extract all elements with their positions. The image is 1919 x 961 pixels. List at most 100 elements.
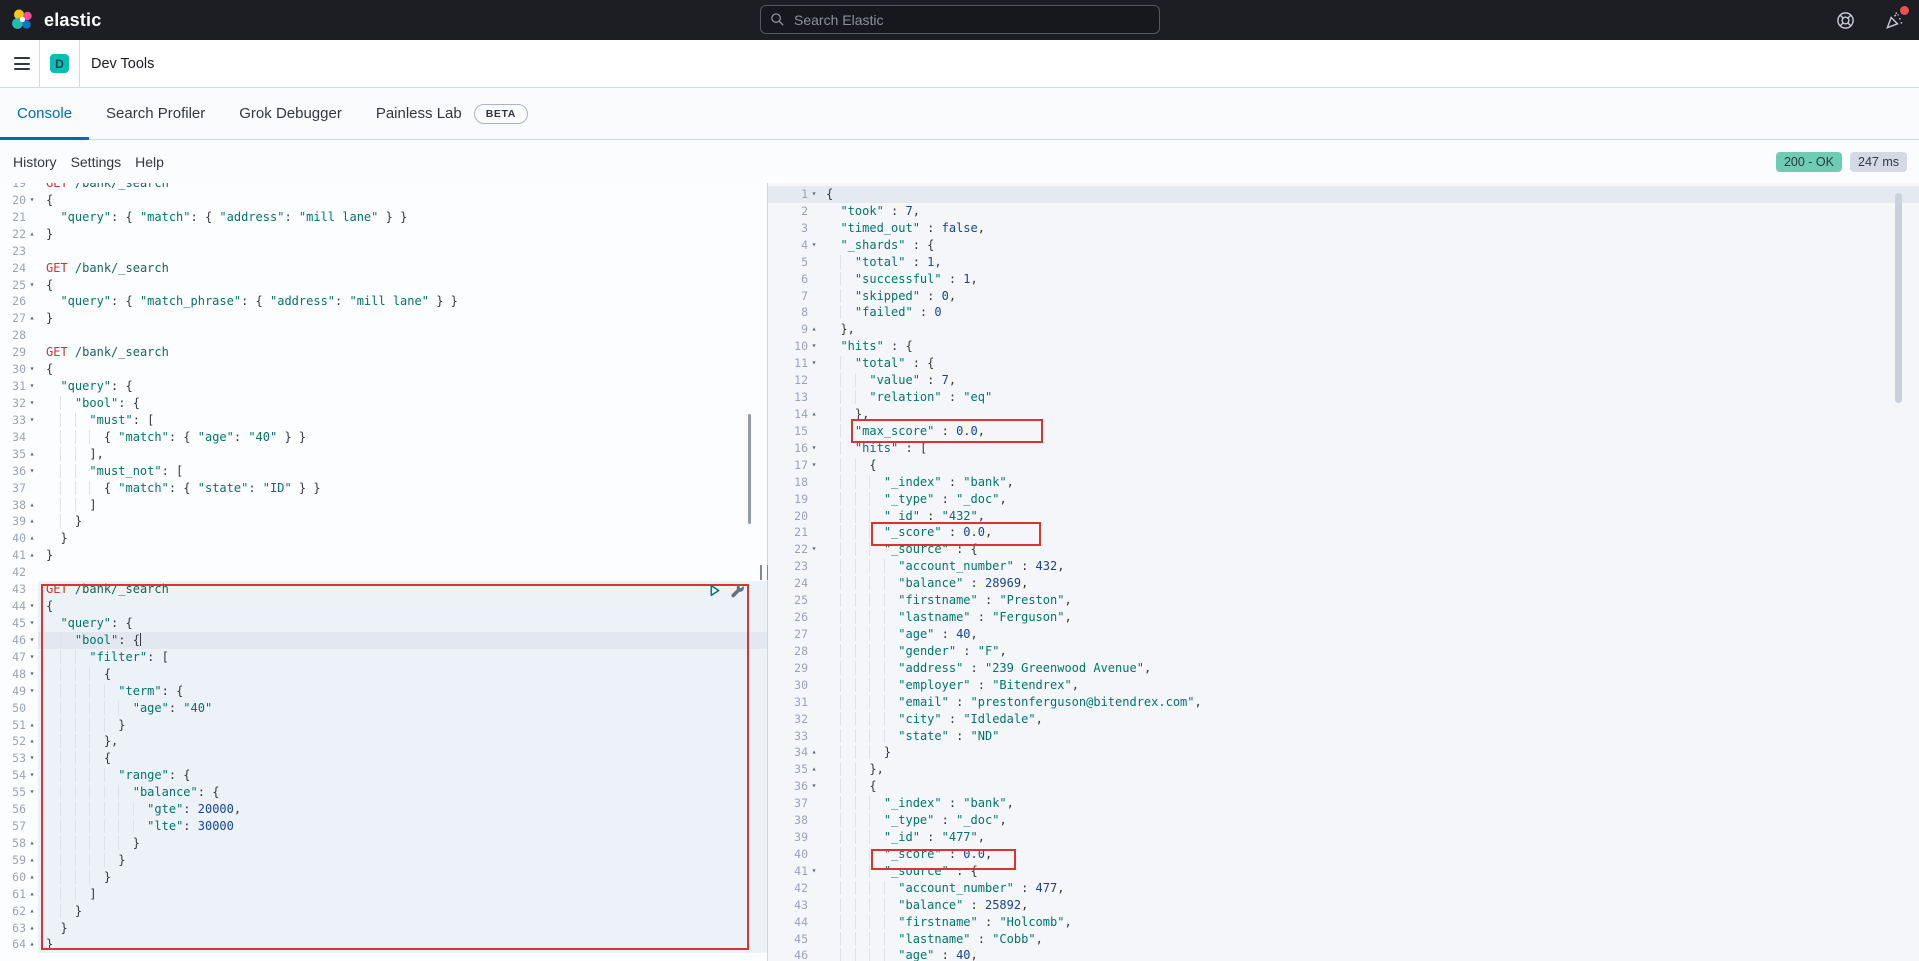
code-line: 35▴ }, [768,761,1919,778]
code-line: 25▾{ [0,277,767,294]
editor-code: 19GET /bank/_search20▾{21 "query": { "ma… [0,183,767,953]
global-header: elastic [0,0,1919,40]
code-line: 39 "_id" : "477", [768,829,1919,846]
code-line: 18 "_index" : "bank", [768,474,1919,491]
code-line: 51▴ } [0,717,767,734]
console-area: 19GET /bank/_search20▾{21 "query": { "ma… [0,183,1919,961]
editor-scrollbar[interactable] [748,414,751,524]
code-line: 37 "_index" : "bank", [768,795,1919,812]
code-line: 33▾ "must": [ [0,412,767,429]
breadcrumb-dev-tools[interactable]: Dev Tools [91,56,154,72]
logo-wordmark: elastic [44,10,101,31]
code-line: 32 "city" : "Idledale", [768,711,1919,728]
code-line: 36▾ "must_not": [ [0,463,767,480]
code-line: 40 "_score" : 0.0, [768,846,1919,863]
help-link[interactable]: Help [135,154,164,170]
code-line: 6 "successful" : 1, [768,271,1919,288]
code-line: 46 "age" : 40, [768,947,1919,961]
code-line: 39▴ } [0,513,767,530]
code-line: 30▾{ [0,361,767,378]
request-options-button[interactable] [729,582,745,598]
code-line: 56 "gte": 20000, [0,801,767,818]
send-request-button[interactable] [706,582,722,598]
response-scrollbar[interactable] [1895,193,1902,403]
code-line: 43 "balance" : 25892, [768,897,1919,914]
code-line: 44 "firstname" : "Holcomb", [768,914,1919,931]
tab-search-profiler[interactable]: Search Profiler [89,88,222,139]
code-line: 42 "account_number" : 477, [768,880,1919,897]
menu-button[interactable] [14,57,30,70]
code-line: 33 "state" : "ND" [768,728,1919,745]
tab-console[interactable]: Console [0,88,89,139]
code-line: 12 "value" : 7, [768,372,1919,389]
code-line: 41▾ "_source" : { [768,863,1919,880]
code-line: 22▴} [0,226,767,243]
navigation-bar: D Dev Tools [0,40,1919,88]
code-line: 42 [0,564,767,581]
code-line: 50 "age": "40" [0,700,767,717]
life-ring-icon [1836,11,1855,30]
code-line: 63▴ } [0,920,767,937]
code-line: 5 "total" : 1, [768,254,1919,271]
code-line: 3 "timed_out" : false, [768,220,1919,237]
code-line: 23 [0,243,767,260]
space-avatar[interactable]: D [50,54,69,73]
response-time-badge: 247 ms [1850,152,1907,172]
code-line: 58▴ } [0,835,767,852]
code-line: 20▾{ [0,192,767,209]
global-search[interactable] [760,5,1160,34]
code-line: 31▾ "query": { [0,378,767,395]
dev-tools-tabs: Console Search Profiler Grok Debugger Pa… [0,88,1919,140]
code-line: 47▾ "filter": [ [0,649,767,666]
code-line: 53▾ { [0,750,767,767]
tab-painless-lab[interactable]: Painless Lab BETA [359,88,545,139]
code-line: 38▴ ] [0,497,767,514]
code-line: 34 { "match": { "age": "40" } } [0,429,767,446]
code-line: 19 "_type" : "_doc", [768,491,1919,508]
code-line: 31 "email" : "prestonferguson@bitendrex.… [768,694,1919,711]
code-line: 40▴ } [0,530,767,547]
code-line: 29 "address" : "239 Greenwood Avenue", [768,660,1919,677]
notification-dot [1900,6,1909,15]
code-line: 52▴ }, [0,733,767,750]
code-line: 60▴ } [0,869,767,886]
request-editor[interactable]: 19GET /bank/_search20▾{21 "query": { "ma… [0,183,767,961]
search-icon [770,12,785,27]
status-badge: 200 - OK [1776,152,1842,172]
code-line: 61▴ ] [0,886,767,903]
help-button[interactable] [1834,9,1856,31]
code-line: 45 "lastname" : "Cobb", [768,931,1919,948]
code-line: 25 "firstname" : "Preston", [768,592,1919,609]
code-line: 13 "relation" : "eq" [768,389,1919,406]
response-viewer[interactable]: 1▾{2 "took" : 7,3 "timed_out" : false,4▾… [768,183,1919,961]
code-line: 62▴ } [0,903,767,920]
elastic-logo-icon[interactable] [11,8,35,32]
code-line: 15 "max_score" : 0.0, [768,423,1919,440]
code-line: 44▾{ [0,598,767,615]
code-line: 20 "_id" : "432", [768,508,1919,525]
code-line: 54▾ "range": { [0,767,767,784]
code-line: 45▾ "query": { [0,615,767,632]
code-line: 26 "query": { "match_phrase": { "address… [0,293,767,310]
code-line: 36▾ { [768,778,1919,795]
code-line: 37 { "match": { "state": "ID" } } [0,480,767,497]
nav-divider [39,40,40,87]
code-line: 14▴ }, [768,406,1919,423]
wrench-icon [730,583,745,598]
response-code: 1▾{2 "took" : 7,3 "timed_out" : false,4▾… [768,186,1919,961]
code-line: 2 "took" : 7, [768,203,1919,220]
code-line: 35▴ ], [0,446,767,463]
console-toolbar: History Settings Help 200 - OK 247 ms [0,140,1919,183]
code-line: 1▾{ [768,186,1919,203]
code-line: 29GET /bank/_search [0,344,767,361]
code-line: 27 "age" : 40, [768,626,1919,643]
code-line: 57 "lte": 30000 [0,818,767,835]
history-link[interactable]: History [13,154,57,170]
code-line: 64▴} [0,936,767,953]
code-line: 9▴ }, [768,321,1919,338]
settings-link[interactable]: Settings [71,154,122,170]
code-line: 17▾ { [768,457,1919,474]
search-input[interactable] [792,11,1150,29]
tab-grok-debugger[interactable]: Grok Debugger [222,88,359,139]
newsfeed-button[interactable] [1883,9,1905,31]
